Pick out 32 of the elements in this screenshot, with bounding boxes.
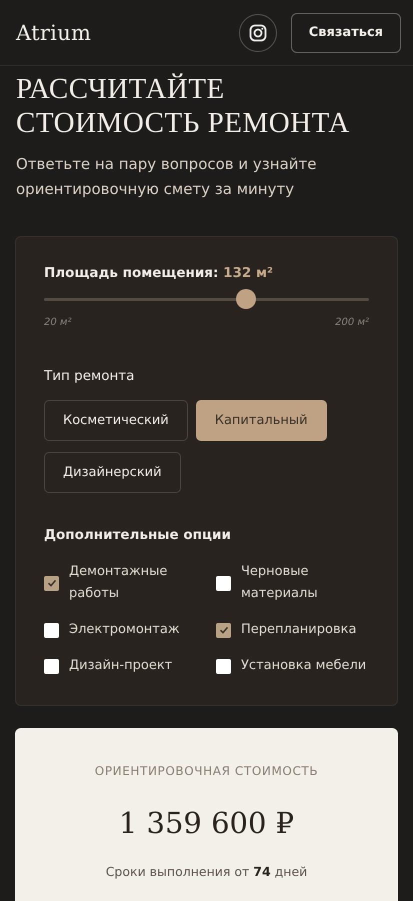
option-label: Дизайн-проект	[69, 657, 172, 675]
duration-text: Сроки выполнения от 74 дней	[104, 864, 308, 879]
option-label: Демонтажные работы	[69, 563, 168, 603]
page-title: РАССЧИТАЙТЕ СТОИМОСТЬ РЕМОНТА	[16, 72, 351, 140]
option-label: Черновые материалы	[241, 563, 319, 603]
checkbox[interactable]	[44, 576, 59, 590]
option-label: Перепланировка	[241, 621, 356, 639]
checkbox[interactable]	[216, 622, 231, 638]
check-icon	[46, 578, 56, 588]
slider-thumb[interactable]	[236, 289, 256, 309]
section-title: Дополнительные опции	[44, 527, 232, 543]
checkbox[interactable]	[216, 658, 231, 674]
logo[interactable]: Atrium	[16, 20, 225, 44]
contact-button[interactable]: Связаться	[290, 12, 401, 52]
option-label: Установка мебели	[241, 657, 366, 675]
checkbox[interactable]	[216, 576, 231, 590]
area-label: Площадь помещения: 132 м²	[44, 265, 274, 281]
option-label: Электромонтаж	[69, 621, 179, 639]
instagram-icon[interactable]	[238, 14, 277, 52]
result-label: ОРИЕНТИРОВОЧНАЯ СТОИМОСТЬ	[94, 764, 320, 778]
repair-type-option[interactable]: Дизайнерский	[44, 452, 181, 493]
repair-type-option[interactable]: Косметический	[44, 400, 188, 441]
price: 1 359 600 ₽	[118, 806, 296, 840]
repair-type-option[interactable]: Капитальный	[196, 400, 327, 441]
subtitle: Ответьте на пару вопросов и узнайте ориентировочную смету за минуту	[16, 154, 318, 200]
section-title: Тип ремонта	[44, 368, 136, 384]
check-icon	[218, 625, 228, 635]
area-slider[interactable]	[44, 289, 369, 309]
checkbox[interactable]	[44, 622, 59, 638]
min-label: 20 м²	[44, 317, 72, 328]
checkbox[interactable]	[44, 658, 59, 674]
max-label: 200 м²	[335, 317, 369, 328]
